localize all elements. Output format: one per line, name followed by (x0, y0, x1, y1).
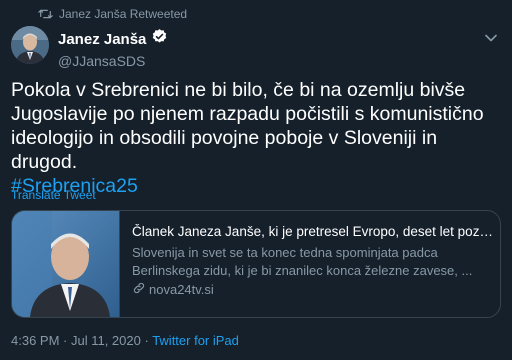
card-thumbnail-image (12, 211, 120, 317)
card-description: Slovenija in svet se ta konec tedna spom… (132, 245, 473, 278)
tweet-source-link[interactable]: Twitter for iPad (152, 333, 239, 348)
tweet-date[interactable]: Jul 11, 2020 (71, 333, 141, 348)
tweet-body: Pokola v Srebrenici ne bi bilo, če bi na… (11, 79, 484, 173)
author-info[interactable]: Janez Janša @JJansaSDS (58, 28, 168, 69)
link-preview-card[interactable]: Članek Janeza Janše, ki je pretresel Evr… (11, 210, 501, 318)
card-domain-text: nova24tv.si (149, 282, 214, 297)
author-handle[interactable]: @JJansaSDS (58, 53, 168, 69)
meta-separator-2: · (140, 333, 153, 348)
author-name[interactable]: Janez Janša (58, 31, 146, 48)
tweet-text: Pokola v Srebrenici ne bi bilo, če bi na… (11, 78, 503, 198)
card-title: Članek Janeza Janše, ki je pretresel Evr… (132, 224, 494, 239)
retweet-header[interactable]: Janez Janša Retweeted (38, 7, 187, 21)
card-body: Članek Janeza Janše, ki je pretresel Evr… (120, 211, 498, 317)
meta-separator: · (59, 333, 71, 348)
retweet-text: Janez Janša Retweeted (59, 7, 188, 21)
link-icon (132, 281, 146, 298)
tweet-time[interactable]: 4:36 PM (11, 333, 59, 348)
retweet-icon (38, 8, 53, 20)
avatar[interactable] (11, 26, 49, 64)
tweet: Janez Janša Retweeted Janez Janša @JJans… (0, 0, 512, 360)
more-options-chevron-icon[interactable] (483, 30, 499, 46)
verified-badge-icon (151, 28, 168, 50)
translate-tweet-link[interactable]: Translate Tweet (11, 188, 96, 202)
tweet-metadata: 4:36 PM · Jul 11, 2020 · Twitter for iPa… (11, 333, 239, 348)
card-domain: nova24tv.si (132, 281, 498, 298)
